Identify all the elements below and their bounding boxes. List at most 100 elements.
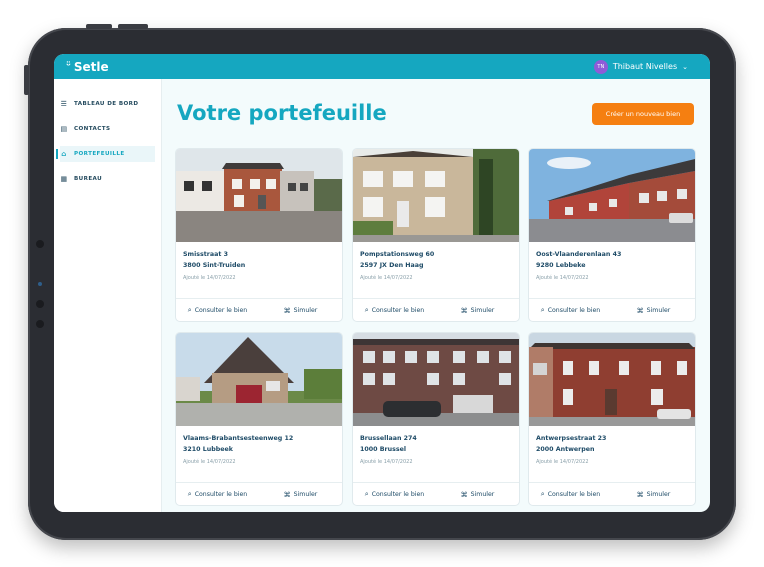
card-actions: ⌕ Consulter le bien ⌘ Simuler xyxy=(529,298,695,321)
property-added-date: Ajouté le 14/07/2022 xyxy=(183,459,236,465)
simulate-label: Simuler xyxy=(646,491,671,498)
property-photo xyxy=(176,149,342,242)
view-property-button[interactable]: ⌕ Consulter le bien xyxy=(353,299,436,321)
property-address: Brussellaan 274 1000 Brussel xyxy=(360,433,417,455)
property-street: Pompstationsweg 60 xyxy=(360,251,435,258)
sidebar-item-bureau[interactable]: ▦ BUREAU xyxy=(60,171,155,187)
simulate-label: Simuler xyxy=(470,307,495,314)
view-property-label: Consulter le bien xyxy=(371,307,425,314)
page-title: Votre portefeuille xyxy=(177,101,387,125)
property-photo xyxy=(353,333,519,426)
contacts-icon: ▤ xyxy=(60,125,68,133)
property-street: Brussellaan 274 xyxy=(360,435,417,442)
view-property-button[interactable]: ⌕ Consulter le bien xyxy=(529,483,612,505)
property-address: Vlaams-Brabantsesteenweg 12 3210 Lubbeek xyxy=(183,433,293,455)
property-city: 3210 Lubbeek xyxy=(183,446,233,453)
view-property-label: Consulter le bien xyxy=(371,491,425,498)
brand-name: Setle xyxy=(73,59,109,74)
property-street: Antwerpsestraat 23 xyxy=(536,435,607,442)
sidebar-item-tableau-de-bord[interactable]: ☰ TABLEAU DE BORD xyxy=(60,96,155,112)
view-property-label: Consulter le bien xyxy=(547,307,601,314)
card-actions: ⌕ Consulter le bien ⌘ Simuler xyxy=(353,298,519,321)
property-card[interactable]: Smisstraat 3 3800 Sint-Truiden Ajouté le… xyxy=(175,148,343,322)
simulate-label: Simuler xyxy=(293,307,318,314)
simulate-button[interactable]: ⌘ Simuler xyxy=(259,483,342,505)
property-photo xyxy=(529,149,695,242)
property-address: Pompstationsweg 60 2597 JX Den Haag xyxy=(360,249,434,271)
property-card[interactable]: Brussellaan 274 1000 Brussel Ajouté le 1… xyxy=(352,332,520,506)
home-icon: ⌂ xyxy=(61,150,67,158)
sidebar-item-label: BUREAU xyxy=(74,176,103,182)
tablet-button xyxy=(118,24,148,29)
search-icon: ⌕ xyxy=(364,490,369,498)
view-property-button[interactable]: ⌕ Consulter le bien xyxy=(529,299,612,321)
property-added-date: Ajouté le 14/07/2022 xyxy=(183,275,236,281)
property-added-date: Ajouté le 14/07/2022 xyxy=(360,275,413,281)
search-icon: ⌕ xyxy=(540,306,545,314)
simulate-button[interactable]: ⌘ Simuler xyxy=(612,299,695,321)
tablet-camera xyxy=(36,240,44,248)
property-added-date: Ajouté le 14/07/2022 xyxy=(536,459,589,465)
tablet-sensor xyxy=(38,282,42,286)
view-property-label: Consulter le bien xyxy=(194,307,248,314)
sidebar-item-portefeuille[interactable]: ⌂ PORTEFEUILLE xyxy=(56,146,155,162)
property-card[interactable]: Antwerpsestraat 23 2000 Antwerpen Ajouté… xyxy=(528,332,696,506)
smile-logo-icon: ᵕ̈ xyxy=(66,61,71,72)
simulate-label: Simuler xyxy=(293,491,318,498)
property-address: Oost-Vlaanderenlaan 43 9280 Lebbeke xyxy=(536,249,621,271)
tablet-camera xyxy=(36,320,44,328)
simulate-icon: ⌘ xyxy=(636,490,644,499)
simulate-button[interactable]: ⌘ Simuler xyxy=(259,299,342,321)
view-property-button[interactable]: ⌕ Consulter le bien xyxy=(176,299,259,321)
property-address: Antwerpsestraat 23 2000 Antwerpen xyxy=(536,433,606,455)
simulate-button[interactable]: ⌘ Simuler xyxy=(436,299,519,321)
create-property-button[interactable]: Créer un nouveau bien xyxy=(592,103,694,125)
property-street: Vlaams-Brabantsesteenweg 12 xyxy=(183,435,294,442)
simulate-icon: ⌘ xyxy=(283,306,291,315)
tablet-button xyxy=(24,65,29,95)
simulate-button[interactable]: ⌘ Simuler xyxy=(436,483,519,505)
simulate-icon: ⌘ xyxy=(283,490,291,499)
property-added-date: Ajouté le 14/07/2022 xyxy=(360,459,413,465)
view-property-label: Consulter le bien xyxy=(194,491,248,498)
sidebar-item-contacts[interactable]: ▤ CONTACTS xyxy=(60,121,155,137)
card-actions: ⌕ Consulter le bien ⌘ Simuler xyxy=(353,482,519,505)
tablet-camera xyxy=(36,300,44,308)
property-street: Smisstraat 3 xyxy=(183,251,228,258)
logo[interactable]: ᵕ̈ Setle xyxy=(66,58,109,75)
card-actions: ⌕ Consulter le bien ⌘ Simuler xyxy=(176,482,342,505)
simulate-icon: ⌘ xyxy=(460,306,468,315)
card-actions: ⌕ Consulter le bien ⌘ Simuler xyxy=(176,298,342,321)
property-address: Smisstraat 3 3800 Sint-Truiden xyxy=(183,249,245,271)
property-photo xyxy=(353,149,519,242)
simulate-icon: ⌘ xyxy=(636,306,644,315)
view-property-label: Consulter le bien xyxy=(547,491,601,498)
avatar: TN xyxy=(593,59,608,74)
app-screen: ᵕ̈ Setle TN Thibaut Nivelles ⌄ ☰ TABLEAU… xyxy=(54,54,710,512)
search-icon: ⌕ xyxy=(540,490,545,498)
property-added-date: Ajouté le 14/07/2022 xyxy=(536,275,589,281)
simulate-button[interactable]: ⌘ Simuler xyxy=(612,483,695,505)
property-photo xyxy=(529,333,695,426)
simulate-label: Simuler xyxy=(470,491,495,498)
property-city: 1000 Brussel xyxy=(360,446,407,453)
top-bar: ᵕ̈ Setle TN Thibaut Nivelles ⌄ xyxy=(54,54,710,79)
simulate-label: Simuler xyxy=(646,307,671,314)
sidebar-item-label: CONTACTS xyxy=(74,126,111,132)
sidebar: ☰ TABLEAU DE BORD ▤ CONTACTS ⌂ PORTEFEUI… xyxy=(54,79,162,512)
search-icon: ⌕ xyxy=(364,306,369,314)
search-icon: ⌕ xyxy=(187,306,192,314)
property-card[interactable]: Pompstationsweg 60 2597 JX Den Haag Ajou… xyxy=(352,148,520,322)
chevron-down-icon: ⌄ xyxy=(682,62,688,71)
view-property-button[interactable]: ⌕ Consulter le bien xyxy=(353,483,436,505)
property-street: Oost-Vlaanderenlaan 43 xyxy=(536,251,622,258)
simulate-icon: ⌘ xyxy=(460,490,468,499)
tablet-button xyxy=(86,24,112,29)
property-card[interactable]: Oost-Vlaanderenlaan 43 9280 Lebbeke Ajou… xyxy=(528,148,696,322)
user-menu[interactable]: TN Thibaut Nivelles ⌄ xyxy=(593,59,688,74)
property-city: 2597 JX Den Haag xyxy=(360,262,424,269)
property-card[interactable]: Vlaams-Brabantsesteenweg 12 3210 Lubbeek… xyxy=(175,332,343,506)
property-city: 3800 Sint-Truiden xyxy=(183,262,246,269)
property-city: 9280 Lebbeke xyxy=(536,262,586,269)
view-property-button[interactable]: ⌕ Consulter le bien xyxy=(176,483,259,505)
